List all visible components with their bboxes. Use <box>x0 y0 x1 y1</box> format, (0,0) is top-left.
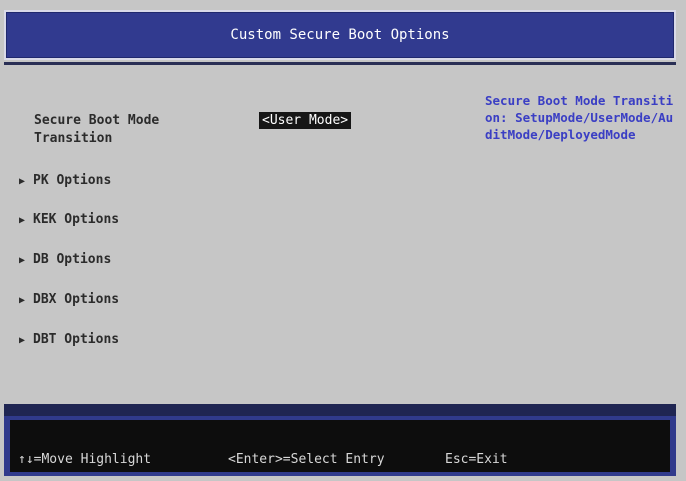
menu-item-label: DBT Options <box>33 332 120 347</box>
menu-item-dbx-options[interactable]: ▶ DBX Options <box>19 291 119 310</box>
menu-item-kek-options[interactable]: ▶ KEK Options <box>19 211 119 230</box>
menu-item-label: KEK Options <box>33 212 120 227</box>
settings-panel: Secure Boot Mode Transition <User Mode> … <box>4 66 676 402</box>
triangle-right-icon: ▶ <box>19 335 26 346</box>
top-divider <box>4 62 676 65</box>
menu-item-label: DB Options <box>33 252 112 267</box>
triangle-right-icon: ▶ <box>19 295 26 306</box>
bottom-divider <box>4 404 676 416</box>
page-title: Custom Secure Boot Options <box>230 27 450 43</box>
menu-item-dbt-options[interactable]: ▶ DBT Options <box>19 331 119 350</box>
footer-hint-select: <Enter>=Select Entry <box>228 452 385 467</box>
menu-item-db-options[interactable]: ▶ DB Options <box>19 251 111 270</box>
title-bar: Custom Secure Boot Options <box>4 10 676 60</box>
footer-hint-move: ↑↓=Move Highlight <box>18 452 152 467</box>
triangle-right-icon: ▶ <box>19 176 26 187</box>
menu-item-pk-options[interactable]: ▶ PK Options <box>19 172 111 191</box>
triangle-right-icon: ▶ <box>19 255 26 266</box>
menu-item-label: PK Options <box>33 173 112 188</box>
secure-boot-mode-transition-value[interactable]: <User Mode> <box>259 112 352 129</box>
footer-hint-exit: Esc=Exit <box>445 452 508 467</box>
secure-boot-mode-transition-label: Secure Boot Mode Transition <box>34 113 160 146</box>
help-panel-text: Secure Boot Mode Transition: SetupMode/U… <box>485 93 674 142</box>
footer-bar <box>4 416 676 476</box>
triangle-right-icon: ▶ <box>19 215 26 226</box>
bios-window: Custom Secure Boot Options Secure Boot M… <box>0 0 686 481</box>
menu-item-label: DBX Options <box>33 292 120 307</box>
